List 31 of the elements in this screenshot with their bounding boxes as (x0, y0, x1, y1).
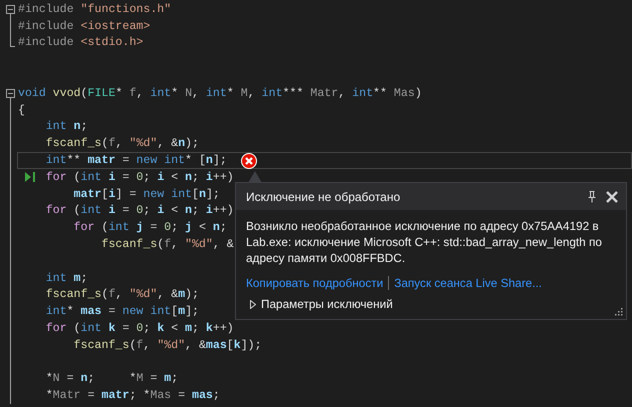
code-line: #include <iostream> (18, 20, 150, 33)
code-line: { (18, 104, 25, 117)
exception-message: Возникло необработанное исключение по адресу 0x75AA4192 в Lab.exe: исключение Microsoft C++: std::bad_array_new_length по адресу памяти 0x008FFBDC. (245, 218, 603, 266)
code-line: #include "functions.h" (18, 2, 172, 16)
link[interactable]: Запуск сеанса Live Share... (394, 276, 542, 290)
code-line: int m; (44, 272, 88, 285)
collapse-icon[interactable] (6, 88, 15, 98)
expand-icon[interactable] (250, 300, 256, 308)
code-line: for (int i = 0; i < n; i++) (44, 204, 234, 218)
code-line: for (int k = 0; k < m; k++) (44, 322, 234, 336)
code-line: fscanf_s(f, "%d", &n); (44, 137, 199, 150)
code-line: *Matr = matr; *Mas = mas; (44, 389, 220, 402)
expander[interactable]: Параметры исключений (236, 290, 626, 311)
pin-icon[interactable] (588, 190, 596, 202)
popup-title: Исключение не обработано (246, 190, 402, 204)
code-line: int** matr = new int* [n]; (44, 154, 227, 168)
code-line: *N = n; *M = m; (44, 372, 178, 386)
code-line: matr[i] = new int[n]; (72, 188, 220, 201)
code-line: fscanf_s(f, "%d", & (100, 238, 234, 252)
collapse-icon[interactable] (6, 4, 15, 14)
code-line: fscanf_s(f, "%d", &mas[k]); (72, 338, 262, 352)
code-line: for (int j = 0; j < n; (72, 221, 227, 234)
code-line: int* mas = new int[m]; (44, 305, 199, 318)
code-line: int n; (44, 120, 88, 134)
code-line: void vvod(FILE* f, int* N, int* M, int*** Matr, int** Mas) (18, 86, 422, 100)
resize-grip-icon[interactable] (615, 308, 623, 316)
link[interactable]: Копировать подробности (246, 276, 384, 290)
close-icon[interactable] (606, 190, 618, 202)
code-line: #include <stdio.h> (18, 36, 144, 50)
code-line: for (int i = 0; i < n; i++) (44, 170, 234, 184)
code-line: fscanf_s(f, "%d", &m); (44, 288, 199, 302)
